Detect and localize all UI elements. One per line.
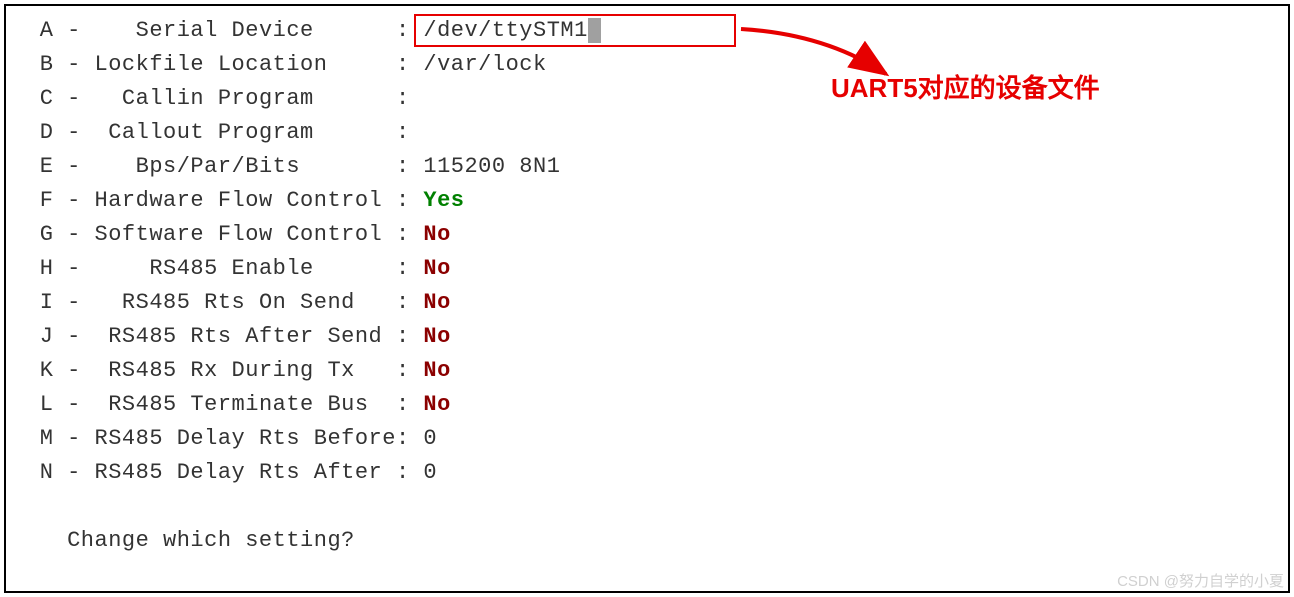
setting-row-M[interactable]: M - RS485 Delay Rts Before: 0	[26, 422, 1268, 456]
setting-row-E[interactable]: E - Bps/Par/Bits : 115200 8N1	[26, 150, 1268, 184]
setting-row-A[interactable]: A - Serial Device : /dev/ttySTM1	[26, 14, 1268, 48]
text-cursor	[588, 18, 601, 43]
change-setting-prompt[interactable]: Change which setting?	[26, 524, 1268, 558]
setting-row-K[interactable]: K - RS485 Rx During Tx : No	[26, 354, 1268, 388]
annotation-text: UART5对应的设备文件	[831, 68, 1100, 105]
setting-row-J[interactable]: J - RS485 Rts After Send : No	[26, 320, 1268, 354]
watermark-text: CSDN @努力自学的小夏	[1117, 570, 1284, 591]
setting-row-L[interactable]: L - RS485 Terminate Bus : No	[26, 388, 1268, 422]
setting-row-I[interactable]: I - RS485 Rts On Send : No	[26, 286, 1268, 320]
setting-row-H[interactable]: H - RS485 Enable : No	[26, 252, 1268, 286]
setting-row-N[interactable]: N - RS485 Delay Rts After : 0	[26, 456, 1268, 490]
setting-row-G[interactable]: G - Software Flow Control : No	[26, 218, 1268, 252]
setting-row-F[interactable]: F - Hardware Flow Control : Yes	[26, 184, 1268, 218]
setting-row-D[interactable]: D - Callout Program :	[26, 116, 1268, 150]
serial-device-value[interactable]: /dev/ttySTM1	[423, 18, 587, 43]
minicom-serial-config: A - Serial Device : /dev/ttySTM1 B - Loc…	[4, 4, 1290, 593]
